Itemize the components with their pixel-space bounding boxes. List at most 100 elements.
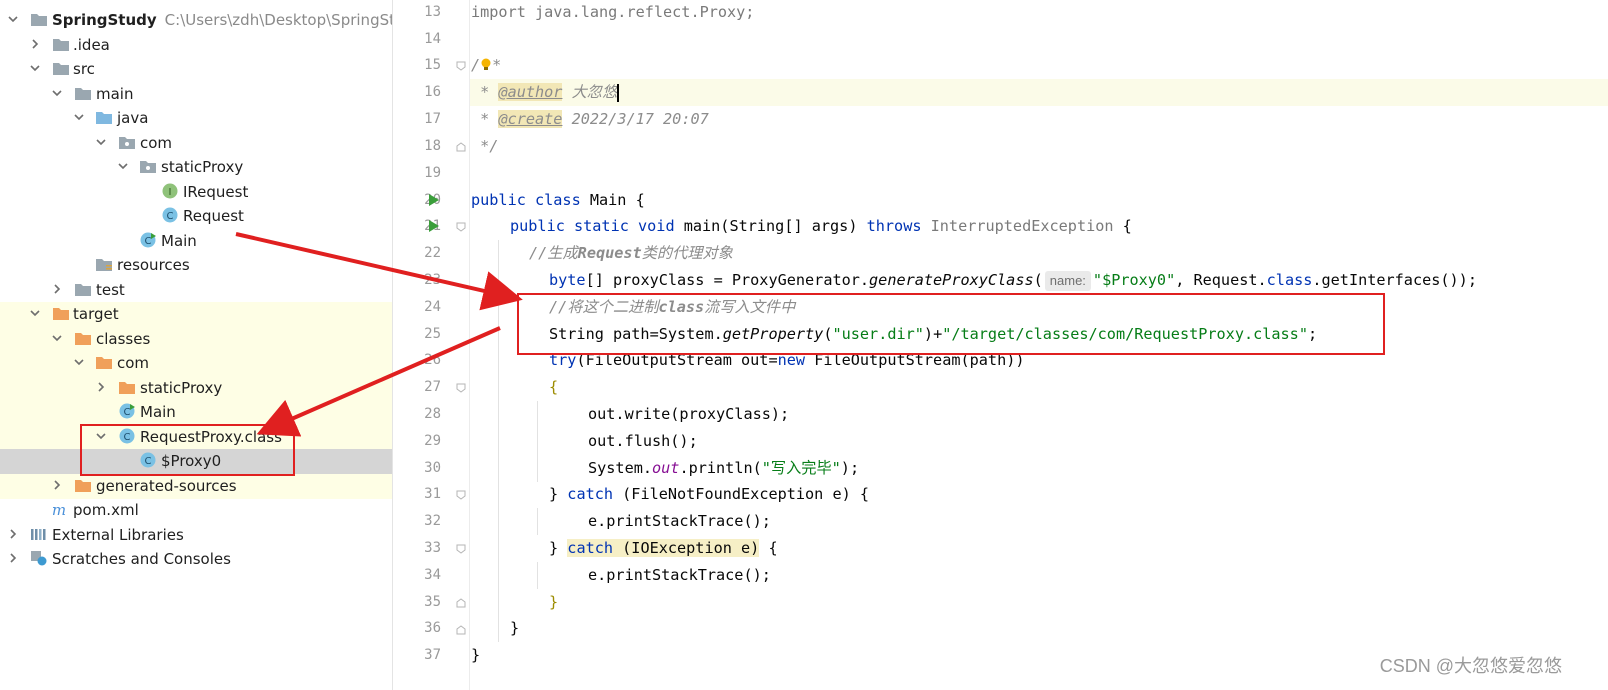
code-line-22[interactable]: //生成Request类的代理对象 (529, 240, 733, 267)
chevron-right-icon[interactable] (50, 478, 64, 492)
tree-item-src[interactable]: src (0, 57, 392, 82)
code-line-17[interactable]: * @create 2022/3/17 20:07 (471, 106, 709, 133)
chevron-right-icon[interactable] (6, 527, 20, 541)
fold-icon[interactable] (456, 625, 466, 635)
chevron-right-icon[interactable] (28, 37, 42, 51)
tree-item-generated-sources[interactable]: generated-sources (0, 474, 392, 499)
line-number: 19 (424, 165, 441, 181)
tree-item-label: com (117, 354, 150, 372)
code-keyword: byte (549, 271, 586, 289)
code-text: * (471, 110, 499, 128)
tree-item-main-class[interactable]: C Main (0, 229, 392, 254)
chevron-down-icon[interactable] (28, 306, 42, 320)
code-line-33[interactable]: } catch (IOException e) { (549, 535, 778, 562)
chevron-down-icon[interactable] (72, 110, 86, 124)
code-line-36[interactable]: } (510, 615, 519, 642)
editor-gutter: 13 14 15 16 17 18 19 20 21 22 23 24 25 2… (393, 0, 470, 690)
code-text: * (492, 56, 502, 74)
fold-icon[interactable] (456, 61, 466, 71)
indent-guide (537, 401, 538, 482)
tree-item-com-target[interactable]: com (0, 351, 392, 376)
source-folder-icon (96, 112, 112, 124)
tree-item-com[interactable]: com (0, 131, 392, 156)
run-class-icon[interactable] (429, 194, 439, 206)
line-number: 32 (424, 513, 441, 529)
chevron-right-icon[interactable] (6, 551, 20, 565)
chevron-right-icon[interactable] (94, 380, 108, 394)
folder-icon (75, 88, 91, 100)
code-editor[interactable]: 13 14 15 16 17 18 19 20 21 22 23 24 25 2… (393, 0, 1608, 690)
excluded-folder-icon (119, 382, 135, 394)
chevron-down-icon[interactable] (6, 12, 20, 26)
code-line-27[interactable]: { (549, 374, 558, 401)
code-line-13[interactable]: import java.lang.reflect.Proxy; (471, 0, 754, 26)
code-line-34[interactable]: e.printStackTrace(); (588, 562, 771, 589)
chevron-down-icon[interactable] (116, 159, 130, 173)
folder-icon (31, 14, 47, 26)
tree-item-target[interactable]: target (0, 302, 392, 327)
tree-item-staticproxy[interactable]: staticProxy (0, 155, 392, 180)
line-number: 22 (424, 245, 441, 261)
tree-item-main-compiled[interactable]: C Main (0, 400, 392, 425)
code-line-15[interactable]: / * (471, 52, 501, 79)
line-number: 35 (424, 594, 441, 610)
line-number: 28 (424, 406, 441, 422)
code-line-30[interactable]: System.out.println("写入完毕"); (588, 455, 859, 482)
excluded-folder-icon (96, 357, 112, 369)
chevron-right-icon[interactable] (50, 282, 64, 296)
fold-icon[interactable] (456, 142, 466, 152)
chevron-down-icon[interactable] (50, 331, 64, 345)
code-text: * (471, 83, 499, 101)
chevron-down-icon[interactable] (72, 355, 86, 369)
code-line-37[interactable]: } (471, 642, 480, 669)
tree-item-main[interactable]: main (0, 82, 392, 107)
tree-item-label: java (117, 109, 149, 127)
tree-item-label: Request (183, 207, 244, 225)
code-text: main(String[] args) (674, 217, 867, 235)
tree-item-test[interactable]: test (0, 278, 392, 303)
code-line-29[interactable]: out.flush(); (588, 428, 698, 455)
fold-icon[interactable] (456, 544, 466, 554)
tree-item-idea[interactable]: .idea (0, 33, 392, 58)
line-number: 25 (424, 326, 441, 342)
code-line-18[interactable]: */ (471, 133, 498, 160)
highlight-box-requestproxy (80, 424, 295, 476)
chevron-down-icon[interactable] (94, 135, 108, 149)
run-main-icon[interactable] (429, 220, 439, 232)
code-text: out.write(proxyClass); (588, 405, 790, 423)
tree-item-springstudy[interactable]: SpringStudy C:\Users\zdh\Desktop\SpringSt… (0, 8, 392, 33)
tree-item-irequest[interactable]: I IRequest (0, 180, 392, 205)
tree-item-request[interactable]: C Request (0, 204, 392, 229)
tree-item-external-libraries[interactable]: External Libraries (0, 523, 392, 548)
resources-folder-icon (96, 259, 112, 271)
line-number: 24 (424, 299, 441, 315)
fold-icon[interactable] (456, 383, 466, 393)
fold-icon[interactable] (456, 222, 466, 232)
tree-item-scratches[interactable]: Scratches and Consoles (0, 547, 392, 572)
tree-item-resources[interactable]: resources (0, 253, 392, 278)
code-line-35[interactable]: } (549, 589, 558, 616)
code-line-20[interactable]: public class Main { (471, 187, 645, 214)
code-method: generateProxyClass (869, 271, 1034, 289)
code-line-23[interactable]: byte[] proxyClass = ProxyGenerator.gener… (549, 267, 1477, 294)
code-line-31[interactable]: } catch (FileNotFoundException e) { (549, 481, 869, 508)
tree-item-pom[interactable]: m pom.xml (0, 498, 392, 523)
tree-item-label: target (73, 305, 119, 323)
tree-item-label: src (73, 60, 95, 78)
code-line-28[interactable]: out.write(proxyClass); (588, 401, 789, 428)
tree-item-staticproxy-target[interactable]: staticProxy (0, 376, 392, 401)
chevron-down-icon[interactable] (28, 61, 42, 75)
code-keyword: class (1266, 271, 1313, 289)
code-text: ( (1033, 271, 1043, 289)
line-number: 23 (424, 272, 441, 288)
code-string: "$Proxy0" (1092, 271, 1176, 289)
fold-icon[interactable] (456, 490, 466, 500)
tree-item-java[interactable]: java (0, 106, 392, 131)
tree-item-classes[interactable]: classes (0, 327, 392, 352)
bulb-icon[interactable] (480, 54, 492, 70)
code-line-32[interactable]: e.printStackTrace(); (588, 508, 771, 535)
chevron-down-icon[interactable] (50, 86, 64, 100)
code-line-16[interactable]: * @author 大忽悠 (471, 79, 620, 106)
fold-icon[interactable] (456, 598, 466, 608)
code-line-21[interactable]: public static void main(String[] args) t… (510, 213, 1132, 240)
